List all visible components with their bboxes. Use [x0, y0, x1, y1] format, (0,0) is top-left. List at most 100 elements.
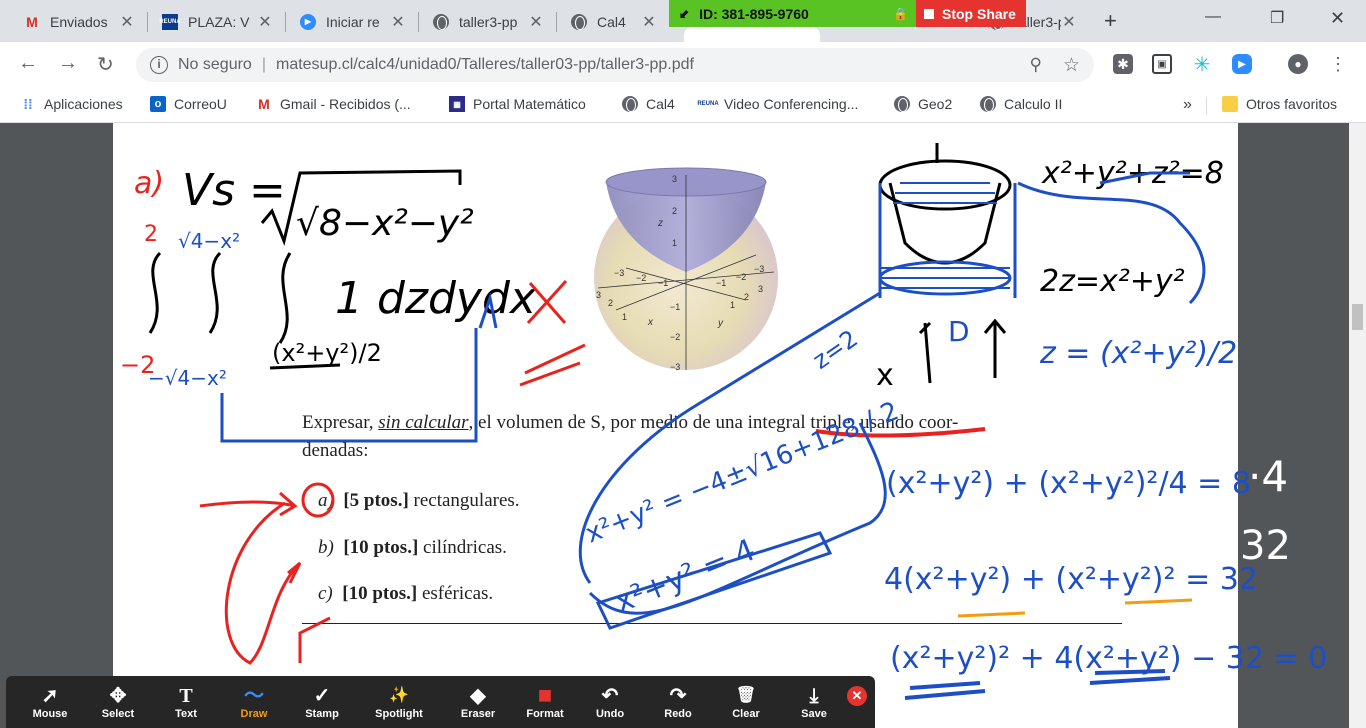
tab-enviados[interactable]: M Enviados ✕: [10, 5, 145, 38]
menu-kebab-icon[interactable]: ⋮: [1328, 54, 1348, 74]
z-tick: −1: [670, 302, 680, 312]
profile-avatar-icon[interactable]: ●: [1288, 54, 1308, 74]
x-axis-label: x: [647, 317, 654, 328]
tool-text[interactable]: T Text: [152, 676, 220, 728]
item-text: rectangulares.: [413, 490, 520, 511]
tab-iniciar[interactable]: ▶ Iniciar re ✕: [286, 5, 416, 38]
tool-spotlight[interactable]: ✨ Spotlight: [356, 676, 442, 728]
tool-label: Draw: [240, 708, 268, 720]
portal-icon: ▦: [449, 96, 465, 112]
scrollbar-thumb[interactable]: [1352, 304, 1363, 330]
problem-statement: Expresar, sin calcular, el volumen de S,…: [302, 412, 1127, 434]
tool-select[interactable]: ✥ Select: [84, 676, 152, 728]
info-icon[interactable]: i: [150, 56, 168, 74]
side-tick: −2: [636, 273, 646, 283]
tool-label: Eraser: [460, 708, 496, 720]
item-letter: c): [318, 583, 333, 604]
item-b: b) [10 ptos.] cilíndricas.: [318, 537, 507, 559]
screenshot-icon[interactable]: ▣: [1152, 54, 1172, 74]
spotlight-icon: ✨: [389, 687, 409, 704]
perplexity-icon[interactable]: ✳: [1192, 54, 1212, 76]
reload-button[interactable]: ↻: [97, 52, 114, 77]
side-tick: 2: [744, 292, 749, 302]
bookmark-portal[interactable]: ▦ Portal Matemático: [449, 96, 586, 112]
bookmark-cal4[interactable]: Cal4: [622, 96, 675, 112]
surface-plot-figure: 3 2 1 −1 −2 −3 z x y −3 −2 −1 1 2 3 −3 −…: [594, 167, 778, 372]
tool-label: Save: [801, 708, 827, 720]
undo-icon: ↶: [601, 685, 619, 707]
close-icon[interactable]: ✕: [641, 12, 657, 32]
close-icon[interactable]: ✕: [119, 12, 135, 32]
side-tick: −1: [716, 278, 726, 288]
problem-statement-line2: denadas:: [302, 440, 369, 461]
minimize-button[interactable]: —: [1205, 8, 1221, 26]
statement-part: , el volumen de S, por medio de una inte…: [468, 412, 959, 433]
url-text[interactable]: matesup.cl/calc4/unidad0/Talleres/taller…: [276, 56, 694, 74]
tab-taller3[interactable]: taller3-pp ✕: [419, 5, 554, 38]
tool-label: Mouse: [32, 708, 68, 720]
back-button[interactable]: ←: [18, 52, 38, 75]
tool-draw[interactable]: 〜 Draw: [220, 676, 288, 728]
tab-title: Iniciar re: [326, 13, 380, 30]
item-a: a) [5 ptos.] rectangulares.: [318, 490, 520, 512]
item-letter: a): [318, 490, 334, 511]
globe-icon: [433, 13, 449, 30]
tool-label: Format: [526, 708, 564, 720]
statement-emphasis: sin calcular: [378, 412, 469, 433]
tool-format[interactable]: ■ Format: [514, 676, 576, 728]
eraser-icon: ◆: [470, 685, 486, 707]
scrollbar[interactable]: [1349, 123, 1366, 728]
tool-save[interactable]: ⤓ Save: [780, 676, 848, 728]
close-icon[interactable]: ✕: [390, 12, 406, 32]
forward-button[interactable]: →: [58, 52, 78, 75]
z-tick: −3: [670, 362, 680, 372]
reuna-icon: REUNA: [697, 101, 719, 107]
tool-clear[interactable]: 🗑 Clear: [712, 676, 780, 728]
tool-mouse[interactable]: ➚ Mouse: [16, 676, 84, 728]
item-points: [10 ptos.]: [343, 537, 419, 558]
side-tick: −2: [736, 272, 746, 282]
bookmark-gmail[interactable]: M Gmail - Recibidos (...: [256, 96, 411, 112]
tool-label: Undo: [595, 708, 625, 720]
bookmark-other-folder[interactable]: Otros favoritos: [1222, 96, 1337, 112]
bookmark-label: Portal Matemático: [473, 96, 586, 112]
bookmark-label: CorreoU: [174, 96, 227, 112]
item-points: [5 ptos.]: [343, 490, 409, 511]
tool-stamp[interactable]: ✓ Stamp: [288, 676, 356, 728]
close-icon[interactable]: ✕: [1061, 12, 1077, 32]
tab-plaza[interactable]: REUNA PLAZA: V ✕: [148, 5, 283, 38]
new-tab-button[interactable]: +: [1104, 8, 1117, 34]
tool-redo[interactable]: ↷ Redo: [644, 676, 712, 728]
puzzle-icon[interactable]: ✱: [1113, 54, 1133, 74]
bookmark-calculo2[interactable]: Calculo II: [980, 96, 1062, 112]
close-annotate-button[interactable]: ✕: [847, 686, 867, 706]
bookmark-star-icon[interactable]: ☆: [1063, 54, 1080, 77]
outlook-icon: o: [150, 96, 166, 112]
bookmarks-overflow-button[interactable]: »: [1183, 96, 1192, 114]
stop-share-button[interactable]: Stop Share: [916, 0, 1026, 27]
close-icon[interactable]: ✕: [257, 12, 273, 32]
close-icon[interactable]: ✕: [528, 12, 544, 32]
window-close-button[interactable]: ✕: [1330, 8, 1345, 29]
tab-cal4[interactable]: Cal4 ✕: [557, 5, 667, 38]
tab-title: PLAZA: V: [188, 13, 250, 30]
bookmark-correou[interactable]: o CorreoU: [150, 96, 227, 112]
tool-eraser[interactable]: ◆ Eraser: [442, 676, 514, 728]
browser-toolbar: ← → ↻ i No seguro | matesup.cl/calc4/uni…: [0, 42, 1366, 88]
tool-label: Select: [101, 708, 135, 720]
gmail-icon: M: [26, 13, 38, 30]
address-bar[interactable]: i No seguro | matesup.cl/calc4/unidad0/T…: [136, 48, 1094, 82]
zoom-extension-icon[interactable]: ▶: [1232, 54, 1252, 74]
side-tick: 3: [758, 284, 763, 294]
bookmark-label: Video Conferencing...: [724, 96, 859, 112]
statement-part: Expresar,: [302, 412, 379, 433]
tool-undo[interactable]: ↶ Undo: [576, 676, 644, 728]
bookmark-geo2[interactable]: Geo2: [894, 96, 952, 112]
bookmark-video[interactable]: REUNA Video Conferencing...: [697, 96, 859, 112]
divider: [302, 623, 1122, 624]
meeting-id-badge[interactable]: ⬋ ID: 381-895-9760 🔒: [669, 0, 916, 27]
maximize-button[interactable]: ❐: [1270, 8, 1284, 28]
tab-active[interactable]: [684, 27, 820, 42]
bookmark-apps[interactable]: ⁞⁞ Aplicaciones: [20, 96, 122, 112]
zoom-magnifier-icon[interactable]: ⚲: [1030, 55, 1042, 75]
